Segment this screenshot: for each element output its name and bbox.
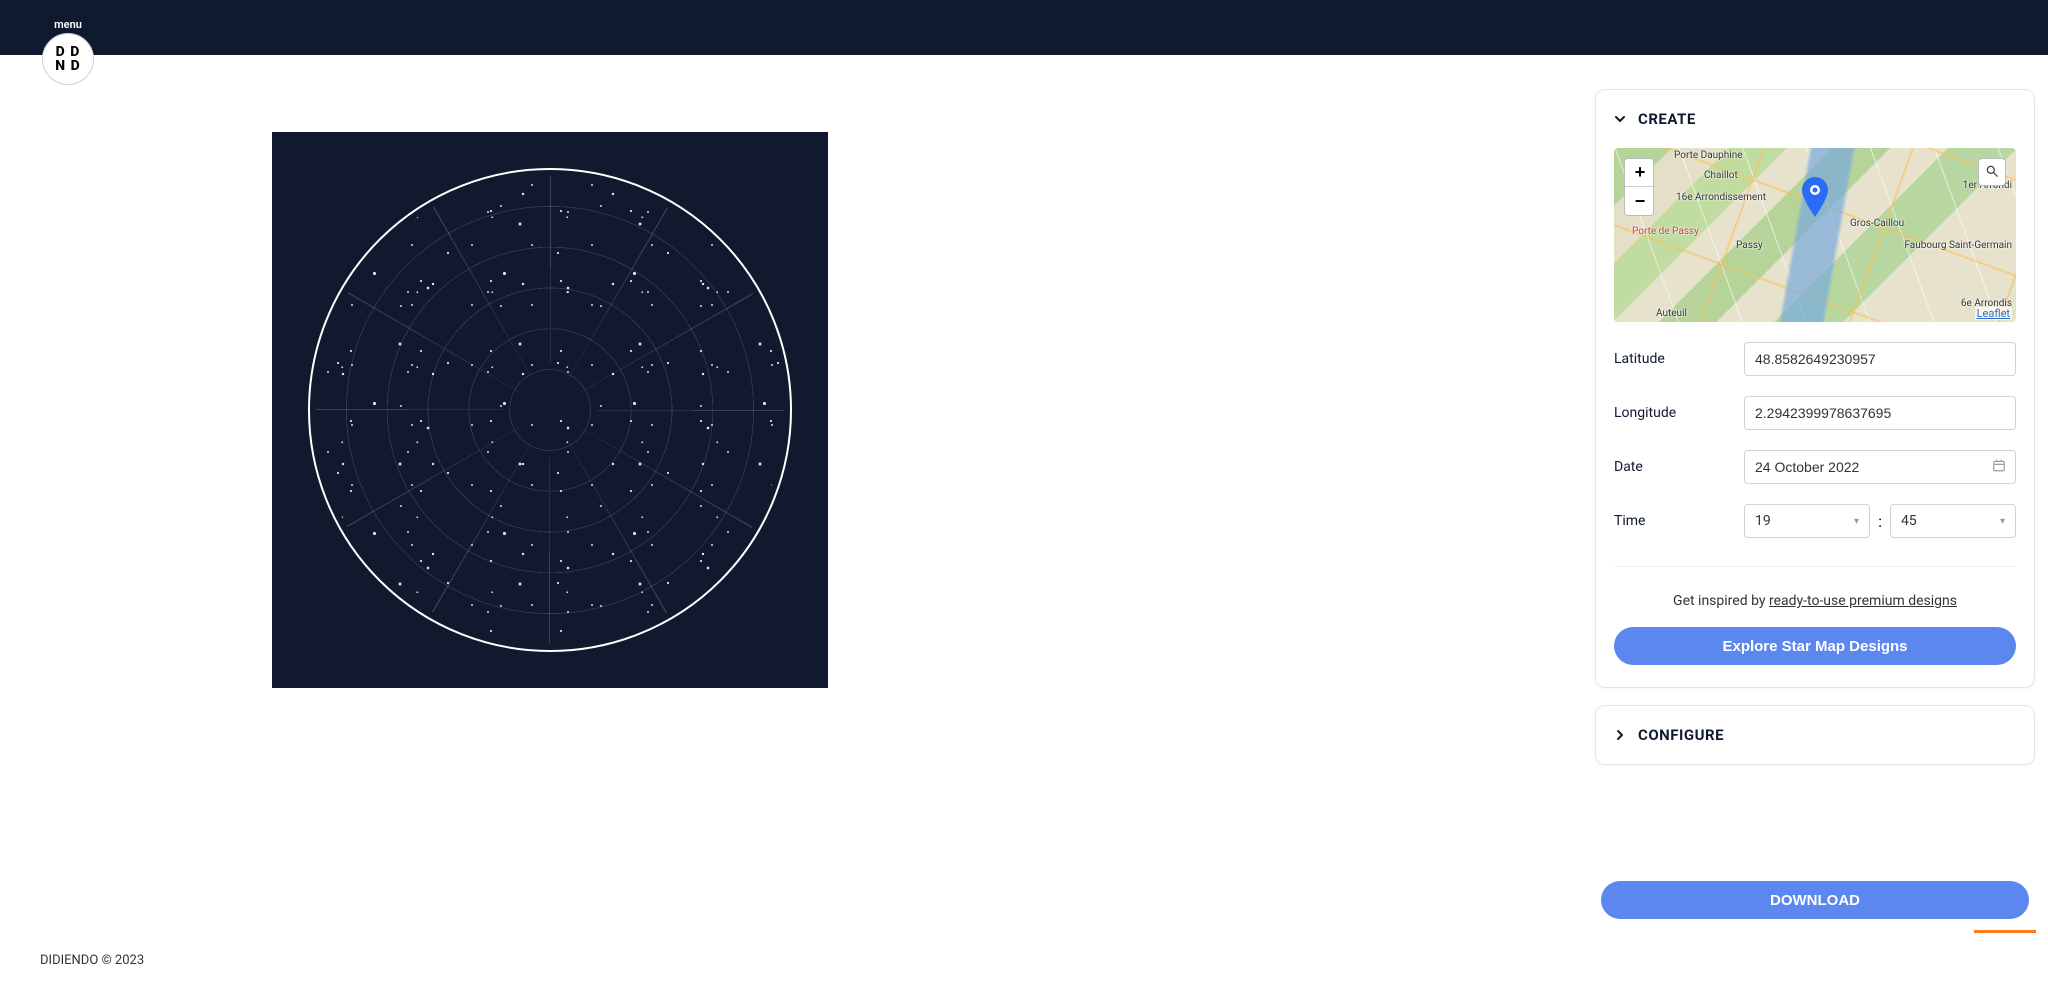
chevron-right-icon (1614, 729, 1626, 741)
main-area: CREATE + − (0, 55, 2048, 933)
explore-designs-button[interactable]: Explore Star Map Designs (1614, 627, 2016, 665)
time-label: Time (1614, 513, 1734, 529)
date-row: Date (1614, 450, 2016, 484)
create-title: CREATE (1638, 110, 1696, 128)
longitude-input[interactable] (1744, 396, 2016, 430)
menu-label: menu (54, 18, 82, 31)
chevron-down-icon (1614, 113, 1626, 125)
configure-panel-header[interactable]: CONFIGURE (1596, 706, 2034, 764)
longitude-row: Longitude (1614, 396, 2016, 430)
chevron-down-icon: ▾ (2000, 516, 2005, 527)
chevron-down-icon: ▾ (1854, 516, 1859, 527)
map-attribution-link[interactable]: Leaflet (1975, 307, 2012, 320)
date-label: Date (1614, 459, 1734, 475)
minute-value: 45 (1901, 513, 1917, 529)
hour-select[interactable]: 19 ▾ (1744, 504, 1870, 538)
star-circle (308, 168, 792, 652)
hour-value: 19 (1755, 513, 1771, 529)
latitude-label: Latitude (1614, 351, 1734, 367)
map-search-button[interactable] (1978, 158, 2006, 186)
map-labels: Porte Dauphine Chaillot 16e Arrondisseme… (1614, 148, 2016, 322)
location-map[interactable]: + − Porte Dauphine Chaillot 16e (1614, 148, 2016, 322)
map-zoom-in-button[interactable]: + (1625, 159, 1654, 187)
inspire-text: Get inspired by ready-to-use premium des… (1614, 566, 2016, 609)
time-separator: : (1876, 512, 1884, 531)
top-bar (0, 0, 2048, 55)
map-pin-icon[interactable] (1802, 177, 1828, 221)
create-panel-header[interactable]: CREATE (1596, 90, 2034, 148)
latitude-row: Latitude (1614, 342, 2016, 376)
star-map-preview (272, 132, 828, 688)
configure-title: CONFIGURE (1638, 726, 1724, 744)
latitude-input[interactable] (1744, 342, 2016, 376)
create-panel: CREATE + − (1595, 89, 2035, 688)
download-button[interactable]: DOWNLOAD (1601, 881, 2029, 919)
menu-badge[interactable]: menu D D N D (42, 18, 94, 85)
side-panel: CREATE + − (1595, 89, 2035, 765)
minute-select[interactable]: 45 ▾ (1890, 504, 2016, 538)
time-row: Time 19 ▾ : 45 ▾ (1614, 504, 2016, 538)
copyright-text: DIDIENDO © 2023 (40, 953, 144, 968)
search-icon (1985, 163, 1999, 182)
map-zoom-controls: + − (1624, 158, 1654, 216)
footer: DIDIENDO © 2023 (0, 933, 2048, 988)
logo-icon[interactable]: D D N D (42, 33, 94, 85)
date-input[interactable] (1744, 450, 2016, 484)
longitude-label: Longitude (1614, 405, 1734, 421)
map-zoom-out-button[interactable]: − (1625, 187, 1654, 215)
calendar-icon[interactable] (1992, 458, 2006, 477)
configure-panel: CONFIGURE (1595, 705, 2035, 765)
premium-designs-link[interactable]: ready-to-use premium designs (1769, 593, 1957, 609)
